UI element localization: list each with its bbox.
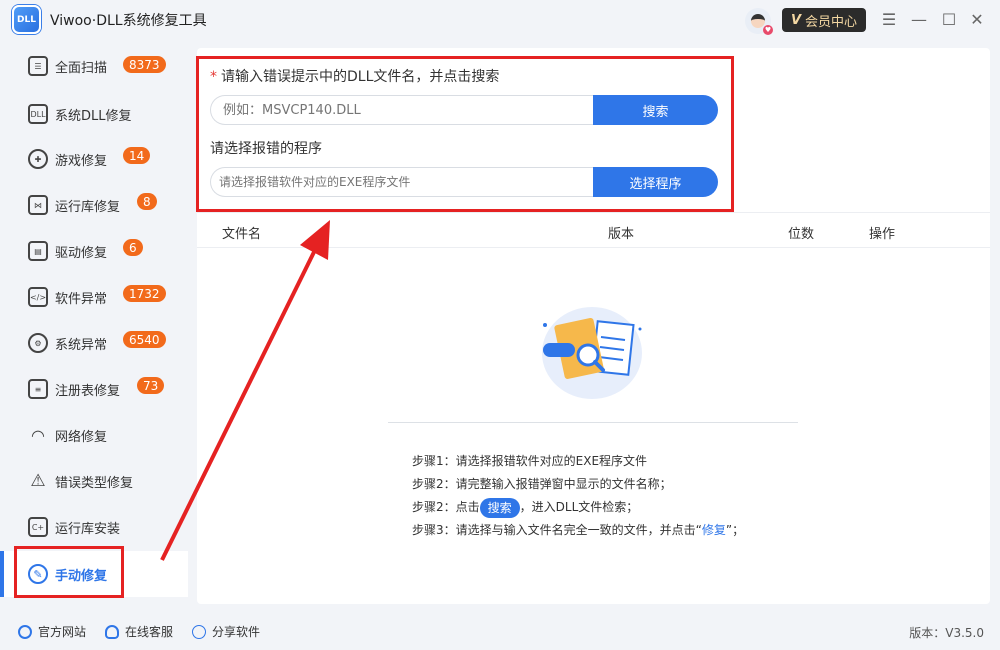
step-4-prefix: 步骤3：请选择与输入文件名完全一致的文件，并点击“ [412,523,702,537]
sidebar-item-system-dll[interactable]: DLL 系统DLL修复 [0,91,188,137]
sidebar-item-label: 驱动修复 [55,245,108,261]
column-header-bits: 位数 [788,227,815,242]
share-icon [192,624,206,639]
maximize-icon[interactable]: ☐ [938,8,960,30]
step-3-text: 步骤2：点击 搜索 ，进入DLL文件检索； [412,496,744,519]
sidebar-item-label: 软件异常 [55,291,108,307]
globe-icon [18,624,32,639]
repair-link-text: 修复 [701,523,726,537]
sidebar-item-label: 运行库安装 [55,521,121,537]
count-badge: 6 [123,239,143,256]
headset-icon [105,624,119,639]
vip-center-button[interactable]: V 会员中心 [782,8,866,32]
inline-search-pill: 搜索 [479,497,520,518]
sidebar-item-label: 注册表修复 [55,383,121,399]
column-header-action: 操作 [869,227,896,242]
list-icon: ≡ [28,379,48,399]
cpp-icon: C+ [28,517,48,537]
footer-bar: 官方网站 在线客服 分享软件 版本：V3.5.0 [0,612,1000,650]
online-support-label: 在线客服 [125,625,174,639]
avatar-face-icon [751,14,765,28]
app-logo: DLL [12,5,41,34]
wifi-icon: ◠ [31,425,45,445]
close-icon[interactable]: ✕ [966,8,988,30]
title-bar: DLL Viwoo·DLL系统修复工具 ♥ V 会员中心 ☰ — ☐ ✕ [0,0,1000,40]
highlight-box-input-area [196,56,734,212]
share-software-label: 分享软件 [212,625,261,639]
step-4-text: 步骤3：请选择与输入文件名完全一致的文件，并点击“修复”； [412,519,744,542]
avatar-badge-icon: ♥ [763,25,773,35]
gear-icon: ⚙ [28,333,48,353]
online-support-link[interactable]: 在线客服 [105,623,173,640]
sidebar-item-label: 游戏修复 [55,153,108,169]
red-arrow-annotation [160,220,330,561]
divider [388,422,798,423]
official-website-link[interactable]: 官方网站 [18,623,86,640]
vip-center-label: 会员中心 [805,14,858,30]
step-1-text: 步骤1：请选择报错软件对应的EXE程序文件 [412,454,648,468]
sidebar-item-game[interactable]: ✚ 游戏修复 14 [0,136,188,182]
step-4-suffix: ”； [725,523,745,537]
sidebar-item-label: 错误类型修复 [55,475,134,491]
version-text: 版本：V3.5.0 [909,626,984,640]
highlight-box-manual-repair [14,546,124,598]
step-2-text: 步骤2：请完整输入报错弹窗中显示的文件名称； [412,477,672,491]
step-3-prefix: 步骤2：点击 [412,500,480,514]
count-badge: 14 [123,147,151,164]
warning-icon: ⚠ [30,471,46,491]
column-header-version: 版本 [608,227,635,242]
official-website-label: 官方网站 [38,625,87,639]
driver-icon: ▤ [28,241,48,261]
menu-icon[interactable]: ☰ [878,8,900,30]
count-badge: 8373 [123,56,166,73]
vs-icon: ⋈ [28,195,48,215]
sidebar-item-full-scan[interactable]: ☰ 全面扫描 8373 [0,43,188,89]
count-badge: 8 [137,193,157,210]
gamepad-icon: ✚ [28,149,48,169]
vip-icon: V [790,12,802,28]
sidebar-item-label: 网络修复 [55,429,108,445]
sidebar-item-label: 系统DLL修复 [55,108,132,124]
empty-state-illustration [542,307,642,399]
instruction-steps: 步骤1：请选择报错软件对应的EXE程序文件 步骤2：请完整输入报错弹窗中显示的文… [412,450,744,542]
app-title: Viwoo·DLL系统修复工具 [50,13,207,29]
minimize-icon[interactable]: — [908,8,930,30]
dll-icon: DLL [28,104,48,124]
step-3-suffix: ，进入DLL文件检索； [519,500,639,514]
sidebar-item-label: 运行库修复 [55,199,121,215]
scan-icon: ☰ [28,56,48,76]
active-indicator [0,551,4,597]
code-icon: </> [28,287,48,307]
sidebar-item-label: 全面扫描 [55,60,108,76]
share-software-link[interactable]: 分享软件 [192,623,260,640]
user-avatar[interactable]: ♥ [745,8,773,35]
sidebar-item-label: 系统异常 [55,337,108,353]
